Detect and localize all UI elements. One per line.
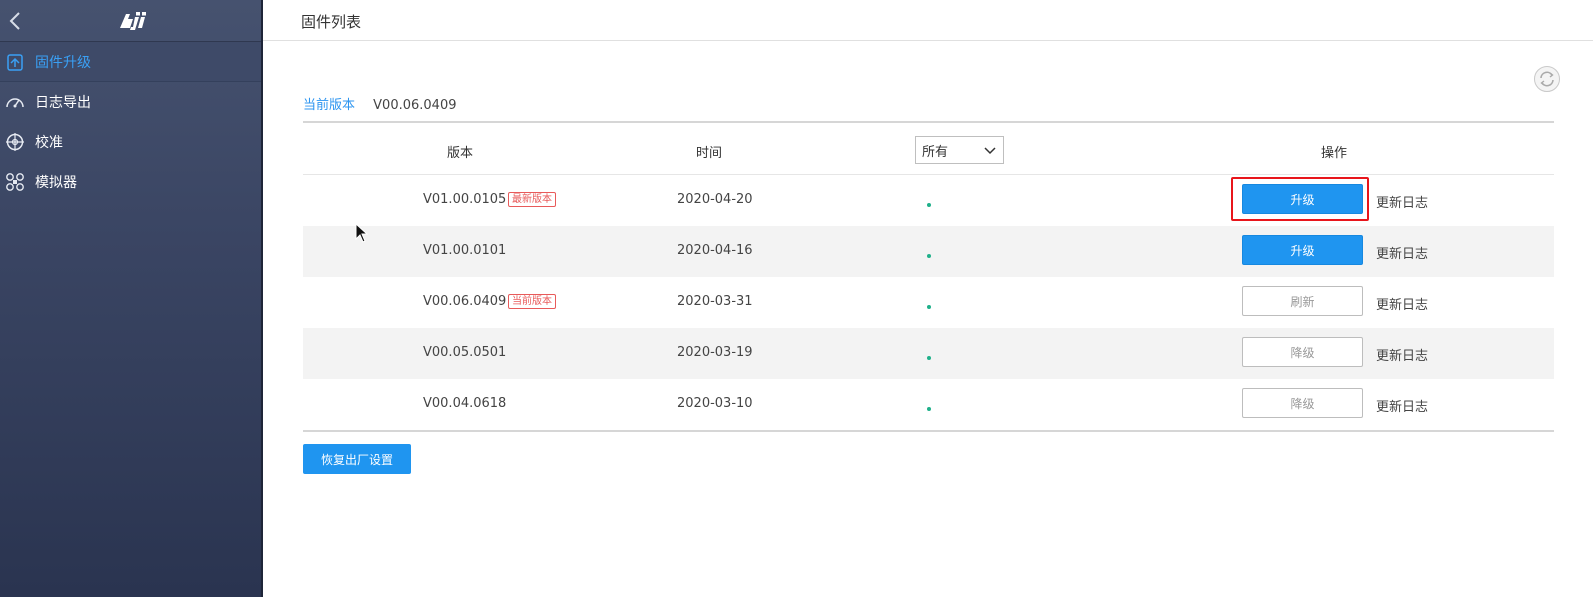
status-dot bbox=[927, 254, 931, 258]
column-header-time: 时间 bbox=[696, 146, 723, 161]
factory-reset-button[interactable]: 恢复出厂设置 bbox=[303, 444, 411, 474]
firmware-upgrade-icon bbox=[4, 51, 26, 73]
current-version-label: 当前版本 bbox=[303, 98, 356, 113]
sidebar-item-log-export[interactable]: 日志导出 bbox=[0, 82, 261, 122]
page-title: 固件列表 bbox=[301, 13, 362, 31]
filter-selected-value: 所有 bbox=[922, 144, 949, 160]
gauge-icon bbox=[4, 91, 26, 113]
table-bottom-divider bbox=[303, 430, 1554, 432]
refresh-button[interactable]: 刷新 bbox=[1242, 286, 1363, 316]
table-row: V00.05.0501 2020-03-19 降级 更新日志 bbox=[303, 328, 1554, 379]
table-header: 版本 时间 所有 操作 bbox=[303, 123, 1554, 175]
refresh-icon[interactable] bbox=[1533, 65, 1561, 93]
table-row: V01.00.0105 最新版本 2020-04-20 升级 更新日志 bbox=[303, 175, 1554, 226]
current-version: 当前版本 V00.06.0409 bbox=[303, 94, 456, 113]
current-version-value: V00.06.0409 bbox=[373, 98, 457, 113]
chevron-down-icon bbox=[984, 147, 996, 155]
changelog-link[interactable]: 更新日志 bbox=[1376, 345, 1428, 364]
changelog-link[interactable]: 更新日志 bbox=[1376, 294, 1428, 313]
sidebar-item-label: 日志导出 bbox=[35, 95, 91, 111]
upgrade-button[interactable]: 升级 bbox=[1242, 184, 1363, 214]
current-version-badge: 当前版本 bbox=[508, 294, 556, 309]
table-row: V01.00.0101 2020-04-16 升级 更新日志 bbox=[303, 226, 1554, 277]
version-cell: V00.04.0618 bbox=[423, 396, 507, 411]
sidebar: 固件升级 日志导出 校准 模拟器 bbox=[0, 0, 263, 597]
page-header: 固件列表 bbox=[263, 0, 1593, 41]
sidebar-item-label: 校准 bbox=[35, 135, 63, 151]
version-cell: V01.00.0101 bbox=[423, 243, 507, 258]
calibration-icon bbox=[4, 131, 26, 153]
status-dot bbox=[927, 356, 931, 360]
time-cell: 2020-04-16 bbox=[677, 243, 753, 258]
sidebar-item-firmware-upgrade[interactable]: 固件升级 bbox=[0, 42, 261, 82]
firmware-table: 版本 时间 所有 操作 V01.00.0105 最新版本 2020-04-20 … bbox=[303, 121, 1554, 432]
downgrade-button[interactable]: 降级 bbox=[1242, 388, 1363, 418]
changelog-link[interactable]: 更新日志 bbox=[1376, 243, 1428, 262]
sidebar-item-label: 固件升级 bbox=[35, 54, 91, 71]
mouse-cursor-icon bbox=[355, 223, 369, 243]
sidebar-item-simulator[interactable]: 模拟器 bbox=[0, 162, 261, 202]
sidebar-item-label: 模拟器 bbox=[35, 175, 77, 191]
downgrade-button[interactable]: 降级 bbox=[1242, 337, 1363, 367]
column-header-operation: 操作 bbox=[1321, 146, 1348, 161]
version-cell: V01.00.0105 bbox=[423, 192, 507, 207]
upgrade-button[interactable]: 升级 bbox=[1242, 235, 1363, 265]
version-cell: V00.05.0501 bbox=[423, 345, 507, 360]
sidebar-item-calibration[interactable]: 校准 bbox=[0, 122, 261, 162]
filter-select[interactable]: 所有 bbox=[915, 136, 1004, 164]
changelog-link[interactable]: 更新日志 bbox=[1376, 192, 1428, 211]
changelog-link[interactable]: 更新日志 bbox=[1376, 396, 1428, 415]
dji-logo bbox=[120, 12, 146, 30]
time-cell: 2020-04-20 bbox=[677, 192, 753, 207]
version-cell: V00.06.0409 bbox=[423, 294, 507, 309]
drone-icon bbox=[4, 171, 26, 193]
status-dot bbox=[927, 305, 931, 309]
back-arrow-icon[interactable] bbox=[6, 11, 24, 31]
table-row: V00.04.0618 2020-03-10 降级 更新日志 bbox=[303, 379, 1554, 430]
status-dot bbox=[927, 407, 931, 411]
table-row: V00.06.0409 当前版本 2020-03-31 刷新 更新日志 bbox=[303, 277, 1554, 328]
status-dot bbox=[927, 203, 931, 207]
sidebar-top bbox=[0, 0, 261, 42]
time-cell: 2020-03-10 bbox=[677, 396, 753, 411]
column-header-version: 版本 bbox=[447, 146, 474, 161]
time-cell: 2020-03-19 bbox=[677, 345, 753, 360]
latest-version-badge: 最新版本 bbox=[508, 192, 556, 207]
time-cell: 2020-03-31 bbox=[677, 294, 753, 309]
